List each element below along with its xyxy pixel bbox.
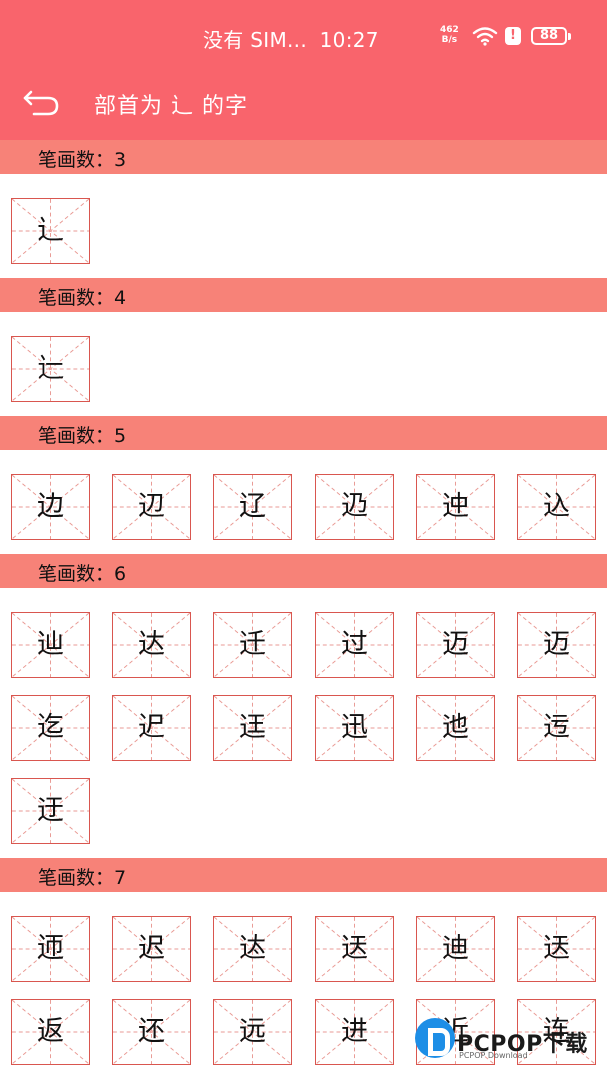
net-speed: 462 B/s: [440, 25, 459, 45]
character-glyph: 远: [239, 1016, 266, 1047]
character-cell[interactable]: 辿: [11, 612, 90, 678]
character-glyph: 返: [37, 1016, 64, 1047]
character-cell[interactable]: 辶: [11, 198, 90, 264]
net-speed-unit: B/s: [441, 35, 458, 45]
character-glyph: 迏: [239, 933, 266, 964]
character-cell[interactable]: 迆: [416, 695, 495, 761]
character-glyph: 迊: [37, 933, 64, 964]
back-arrow-icon[interactable]: [22, 86, 62, 120]
app-header: 没有 SIM... 10:27 462 B/s ! 88 部首为 辶 的字: [0, 0, 607, 140]
status-time: 10:27: [319, 28, 379, 52]
character-glyph: 辶: [37, 215, 64, 246]
section-header-strokes-6: 笔画数：6: [0, 554, 607, 588]
section-header-strokes-4: 笔画数：4: [0, 278, 607, 312]
character-cell[interactable]: 迋: [213, 695, 292, 761]
character-cell[interactable]: 迁: [213, 612, 292, 678]
character-glyph: 迅: [341, 712, 368, 743]
character-cell[interactable]: 辽: [213, 474, 292, 540]
character-cell[interactable]: 迄: [11, 695, 90, 761]
character-cell[interactable]: 迊: [11, 916, 90, 982]
character-cell[interactable]: 迏: [213, 916, 292, 982]
character-cell[interactable]: 近: [416, 999, 495, 1065]
character-cell[interactable]: 远: [213, 999, 292, 1065]
character-glyph: 近: [442, 1016, 469, 1047]
character-cell[interactable]: 达: [112, 612, 191, 678]
character-glyph: 迈: [543, 629, 570, 660]
page-title: 部首为 辶 的字: [94, 94, 248, 119]
character-glyph: 还: [138, 1016, 165, 1047]
character-cell[interactable]: 过: [315, 612, 394, 678]
section-header-strokes-5: 笔画数：5: [0, 416, 607, 450]
section-label: 笔画数：6: [38, 563, 127, 585]
character-glyph: 辷: [37, 353, 64, 384]
character-glyph: 过: [341, 629, 368, 660]
character-glyph: 迪: [442, 933, 469, 964]
character-glyph: 迈: [442, 629, 469, 660]
character-cell[interactable]: 込: [517, 474, 596, 540]
character-glyph: 迁: [239, 629, 266, 660]
character-cell[interactable]: 还: [112, 999, 191, 1065]
character-glyph: 迚: [442, 491, 469, 522]
battery-level: 88: [539, 28, 559, 43]
character-glyph: 迋: [239, 712, 266, 743]
character-glyph: 迆: [442, 712, 469, 743]
character-cell[interactable]: 迅: [315, 695, 394, 761]
character-cell[interactable]: 迃: [517, 695, 596, 761]
character-cell[interactable]: 辸: [315, 474, 394, 540]
character-glyph: 迗: [341, 933, 368, 964]
character-glyph: 辽: [239, 491, 266, 522]
character-glyph: 迗: [543, 933, 570, 964]
battery-icon: 88: [531, 27, 571, 45]
character-cell[interactable]: 迪: [416, 916, 495, 982]
character-glyph: 迂: [37, 795, 64, 826]
alert-icon: !: [505, 27, 521, 45]
character-cell[interactable]: 迗: [517, 916, 596, 982]
section-header-strokes-3: 笔画数：3: [0, 140, 607, 174]
section-label: 笔画数：4: [38, 287, 127, 309]
carrier-text: 没有 SIM...: [203, 28, 307, 52]
character-glyph: 连: [543, 1016, 570, 1047]
character-cell[interactable]: 迚: [416, 474, 495, 540]
character-glyph: 辺: [138, 491, 165, 522]
wifi-icon: [472, 27, 498, 46]
character-cell[interactable]: 迂: [11, 778, 90, 844]
character-glyph: 迄: [37, 712, 64, 743]
character-cell[interactable]: 辺: [112, 474, 191, 540]
net-speed-value: 462: [440, 25, 459, 35]
character-cell[interactable]: 迈: [517, 612, 596, 678]
character-glyph: 达: [138, 629, 165, 660]
status-bar: 没有 SIM... 10:27: [203, 24, 379, 53]
character-cell[interactable]: 进: [315, 999, 394, 1065]
section-label: 笔画数：3: [38, 149, 127, 171]
character-cell[interactable]: 辷: [11, 336, 90, 402]
character-glyph: 迟: [138, 933, 165, 964]
character-cell[interactable]: 返: [11, 999, 90, 1065]
character-glyph: 辿: [37, 629, 64, 660]
character-cell[interactable]: 连: [517, 999, 596, 1065]
section-header-strokes-7: 笔画数：7: [0, 858, 607, 892]
character-glyph: 边: [37, 491, 64, 522]
character-glyph: 进: [341, 1016, 368, 1047]
character-glyph: 迉: [138, 712, 165, 743]
character-cell[interactable]: 迈: [416, 612, 495, 678]
section-label: 笔画数：5: [38, 425, 127, 447]
character-cell[interactable]: 迗: [315, 916, 394, 982]
section-label: 笔画数：7: [38, 867, 127, 889]
character-glyph: 辸: [341, 491, 368, 522]
character-glyph: 迃: [543, 712, 570, 743]
character-glyph: 込: [543, 491, 570, 522]
character-cell[interactable]: 迉: [112, 695, 191, 761]
character-cell[interactable]: 迟: [112, 916, 191, 982]
character-cell[interactable]: 边: [11, 474, 90, 540]
